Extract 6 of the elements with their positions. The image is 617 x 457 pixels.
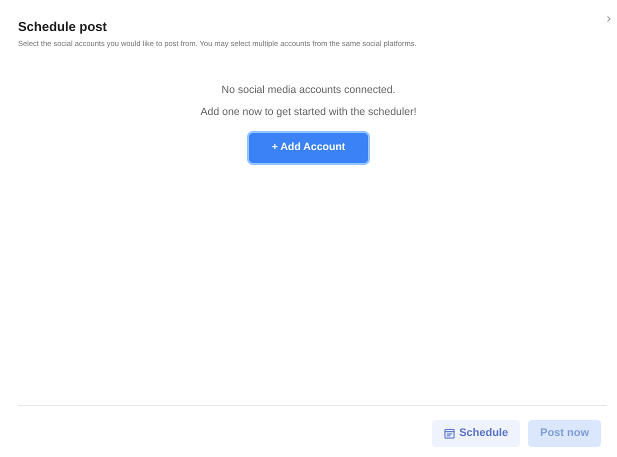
schedule-button[interactable]: Schedule [432,420,520,447]
empty-state-text: Add one now to get started with the scheduler! [200,105,416,120]
empty-state-text: No social media accounts connected. [222,83,396,98]
dialog-title: Schedule post [18,19,108,35]
add-account-button[interactable]: + Add Account [247,131,370,166]
calendar-icon [444,428,456,439]
